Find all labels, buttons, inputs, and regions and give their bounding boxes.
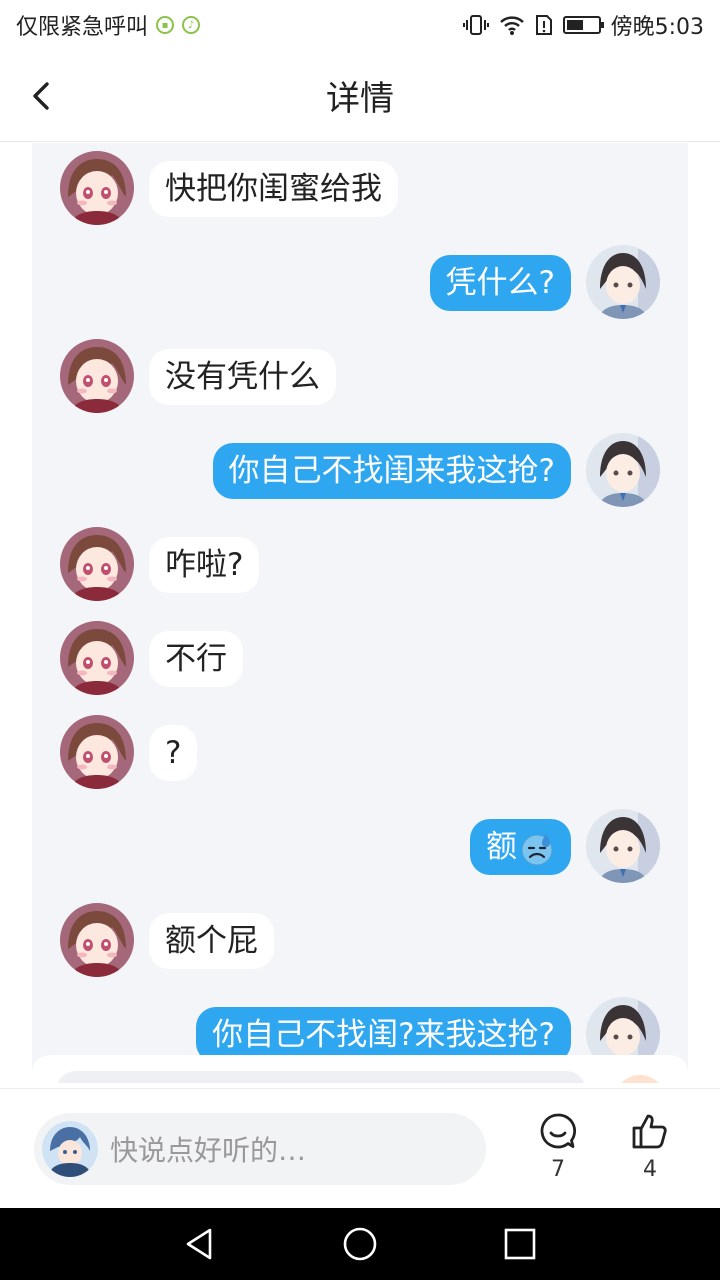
status-right: 傍晚5:03 — [462, 9, 704, 41]
message-row: 凭什么? — [32, 245, 688, 325]
carrier-text: 仅限紧急呼叫 — [16, 15, 149, 40]
wifi-icon — [499, 16, 524, 35]
comment-bar: 快说点好听的… 7 4 — [0, 1088, 720, 1208]
message-text: 咋啦? — [165, 547, 244, 583]
music-icon: ♪ — [182, 16, 201, 34]
comment-icon — [540, 1113, 577, 1149]
friend-avatar — [60, 903, 134, 977]
friend-avatar — [60, 621, 134, 695]
message-row: ? — [32, 715, 688, 795]
my-avatar — [42, 1121, 98, 1177]
system-navigation-bar — [0, 1208, 720, 1280]
thumbs-up-icon — [632, 1114, 667, 1149]
message-row: 快把你闺蜜给我 — [32, 151, 688, 231]
received-message-bubble: 没有凭什么 — [149, 349, 336, 405]
recents-square-icon[interactable] — [502, 1226, 538, 1262]
message-row: 不行 — [32, 621, 688, 701]
back-button[interactable] — [22, 76, 62, 116]
message-text: 你自己不找闺?来我这抢? — [212, 1017, 555, 1053]
back-triangle-icon[interactable] — [182, 1226, 218, 1262]
screen: 仅限紧急呼叫 ▪ ♪ 傍晚5:03 详情 快把你闺蜜给我凭什么? 没有凭什么你自己… — [0, 0, 720, 1280]
self-avatar — [586, 433, 660, 507]
like-button[interactable]: 4 — [620, 1111, 680, 1182]
comment-placeholder: 快说点好听的… — [110, 1134, 307, 1167]
status-bar: 仅限紧急呼叫 ▪ ♪ 傍晚5:03 — [0, 0, 720, 50]
friend-avatar — [60, 151, 134, 225]
received-message-bubble: 咋啦? — [149, 537, 260, 593]
battery-icon — [562, 16, 604, 34]
sent-message-bubble: 你自己不找闺来我这抢? — [212, 443, 571, 499]
received-message-bubble: ? — [149, 725, 198, 781]
comment-input[interactable]: 快说点好听的… — [34, 1113, 486, 1185]
message-text: 额个屁 — [165, 923, 258, 959]
message-row: 你自己不找闺来我这抢? — [32, 433, 688, 513]
notification-app-icon: ▪ — [156, 16, 175, 34]
sent-message-bubble: 凭什么? — [429, 255, 571, 311]
message-text: 没有凭什么 — [165, 359, 320, 395]
status-left: 仅限紧急呼叫 ▪ ♪ — [16, 9, 201, 41]
comment-count: 7 — [551, 1157, 565, 1182]
self-avatar — [586, 809, 660, 883]
friend-avatar — [60, 339, 134, 413]
message-text: 凭什么? — [445, 265, 555, 301]
sweat-emoji-icon — [517, 829, 555, 865]
like-count: 4 — [643, 1157, 657, 1182]
emoji-button-preview — [614, 1075, 666, 1083]
message-row: 咋啦? — [32, 527, 688, 607]
comment-button[interactable]: 7 — [528, 1111, 588, 1182]
received-message-bubble: 额个屁 — [149, 913, 274, 969]
friend-avatar — [60, 527, 134, 601]
top-navigation: 详情 — [0, 50, 720, 142]
sim-alert-icon — [535, 15, 552, 35]
message-text: 你自己不找闺来我这抢? — [228, 453, 555, 489]
message-row: 额个屁 — [32, 903, 688, 983]
friend-avatar — [60, 715, 134, 789]
self-avatar — [586, 245, 660, 319]
message-text: 不行 — [165, 641, 227, 677]
message-text: 额 — [486, 829, 517, 865]
page-title: 详情 — [326, 79, 394, 119]
received-message-bubble: 快把你闺蜜给我 — [149, 161, 398, 217]
chat-input-preview — [56, 1071, 586, 1083]
chat-input-area-preview — [32, 1055, 688, 1083]
home-circle-icon[interactable] — [342, 1226, 378, 1262]
message-text: 快把你闺蜜给我 — [165, 171, 382, 207]
received-message-bubble: 不行 — [149, 631, 243, 687]
chat-image[interactable]: 快把你闺蜜给我凭什么? 没有凭什么你自己不找闺来我这抢? 咋啦? 不行? 额额个屁你自己… — [32, 143, 688, 1083]
clock-text: 傍晚5:03 — [610, 15, 704, 40]
sent-message-bubble: 额 — [470, 819, 571, 875]
message-row: 没有凭什么 — [32, 339, 688, 419]
message-row: 额 — [32, 809, 688, 889]
message-text: ? — [165, 735, 182, 771]
vibrate-icon — [462, 15, 489, 35]
